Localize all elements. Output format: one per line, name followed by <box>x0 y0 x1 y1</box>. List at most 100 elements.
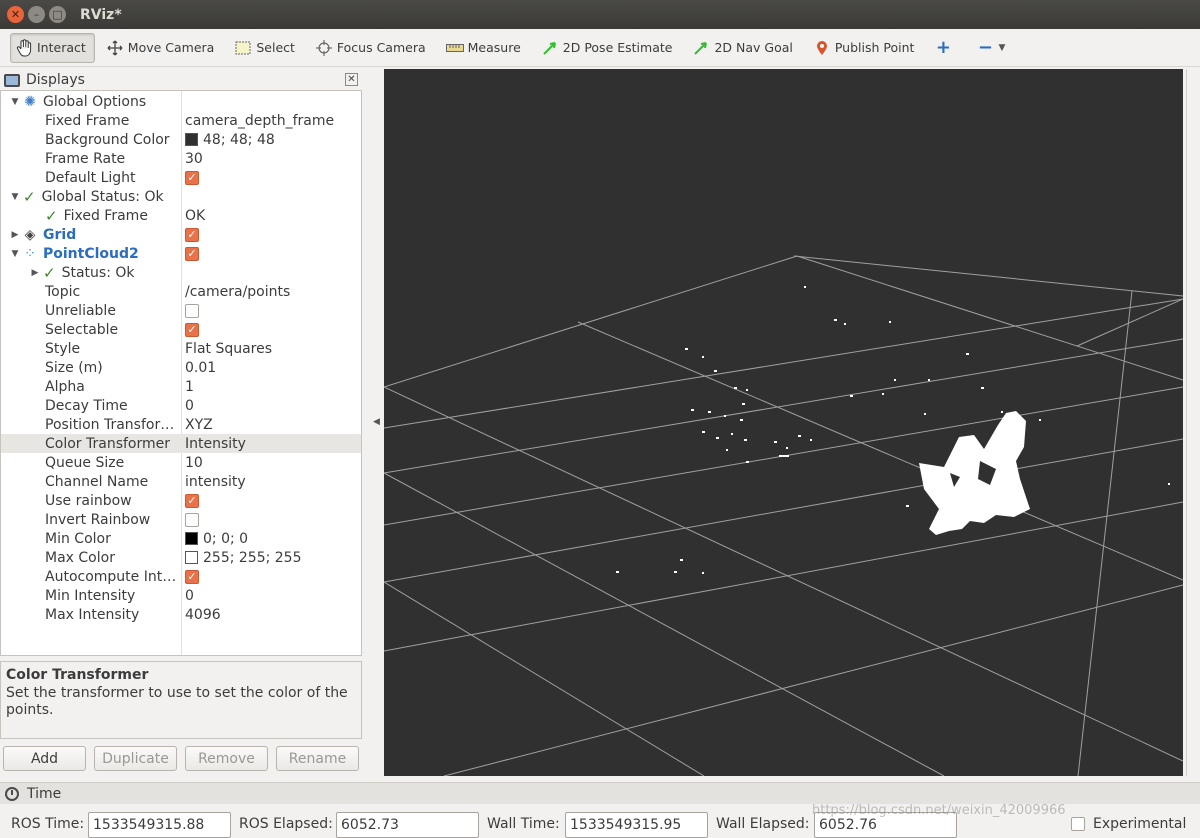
measure-tool-button[interactable]: Measure <box>441 33 530 63</box>
3d-scene <box>383 255 1184 777</box>
tree-row-status-ok[interactable]: ▶ ✓ Status: Ok <box>1 263 361 282</box>
focus-camera-tool-button[interactable]: Focus Camera <box>310 33 435 63</box>
tree-row-min-intensity[interactable]: Min Intensity 0 <box>1 586 361 605</box>
measure-label: Measure <box>467 40 521 55</box>
add-tool-button[interactable]: + <box>929 33 965 63</box>
tree-row-autocompute-intensity[interactable]: Autocompute Int… ✓ <box>1 567 361 586</box>
unreliable-checkbox[interactable] <box>185 303 199 318</box>
expand-arrow-icon[interactable]: ▼ <box>9 192 21 202</box>
maximize-window-button[interactable]: □ <box>49 6 66 23</box>
use-rainbow-checkbox[interactable]: ✓ <box>185 493 199 508</box>
title-bar: ✕ – □ RViz* <box>0 0 1200 29</box>
tree-row-global-status[interactable]: ▼ ✓ Global Status: Ok <box>1 187 361 206</box>
close-panel-button[interactable]: ✕ <box>345 73 358 86</box>
grid-enabled-checkbox[interactable]: ✓ <box>185 227 199 242</box>
minimize-window-button[interactable]: – <box>28 6 45 23</box>
tree-row-color-transformer[interactable]: Color Transformer Intensity <box>1 434 361 453</box>
move-camera-label: Move Camera <box>127 40 215 55</box>
monitor-icon <box>4 73 20 87</box>
chevron-down-icon: ▼ <box>998 42 1006 53</box>
point-cloud-icon: ⁘ <box>24 245 36 262</box>
green-arrow-icon <box>541 39 559 57</box>
tree-row-alpha[interactable]: Alpha 1 <box>1 377 361 396</box>
time-title: Time <box>27 785 62 802</box>
tree-row-topic[interactable]: Topic /camera/points <box>1 282 361 301</box>
tool-bar: Interact Move Camera Select Focus Camera… <box>0 29 1200 67</box>
interact-label: Interact <box>37 40 86 55</box>
move-camera-tool-button[interactable]: Move Camera <box>101 33 224 63</box>
plus-icon: + <box>935 37 951 58</box>
nav-goal-tool-button[interactable]: 2D Nav Goal <box>687 33 801 63</box>
pose-estimate-label: 2D Pose Estimate <box>562 40 673 55</box>
expand-arrow-icon[interactable]: ▼ <box>9 97 21 107</box>
select-label: Select <box>256 40 295 55</box>
tree-row-style[interactable]: Style Flat Squares <box>1 339 361 358</box>
tree-row-background-color[interactable]: Background Color 48; 48; 48 <box>1 130 361 149</box>
wall-time-field[interactable]: 1533549315.95 <box>565 812 708 838</box>
autocompute-intensity-checkbox[interactable]: ✓ <box>185 569 199 584</box>
tree-row-size[interactable]: Size (m) 0.01 <box>1 358 361 377</box>
select-tool-button[interactable]: Select <box>229 33 304 63</box>
ros-elapsed-field[interactable]: 6052.73 <box>336 812 479 838</box>
watermark-text: https://blog.csdn.net/weixin_42009966 <box>812 803 1066 818</box>
color-swatch[interactable] <box>185 551 198 564</box>
tree-row-min-color[interactable]: Min Color 0; 0; 0 <box>1 529 361 548</box>
tree-row-pointcloud2[interactable]: ▼ ⁘ PointCloud2 ✓ <box>1 244 361 263</box>
check-icon: ✓ <box>23 187 36 206</box>
close-window-button[interactable]: ✕ <box>7 6 24 23</box>
tree-row-queue-size[interactable]: Queue Size 10 <box>1 453 361 472</box>
grid-icon: ◈ <box>24 226 36 243</box>
clock-icon <box>5 786 19 801</box>
grid-lines <box>383 255 1184 777</box>
experimental-checkbox[interactable] <box>1071 817 1085 831</box>
tree-row-selectable[interactable]: Selectable ✓ <box>1 320 361 339</box>
move-icon <box>106 39 124 57</box>
tree-row-position-transformer[interactable]: Position Transfor… XYZ <box>1 415 361 434</box>
rename-button[interactable]: Rename <box>276 746 359 771</box>
ros-time-field[interactable]: 1533549315.88 <box>88 812 231 838</box>
tree-row-frame-rate[interactable]: Frame Rate 30 <box>1 149 361 168</box>
publish-point-tool-button[interactable]: Publish Point <box>808 33 924 63</box>
description-text: Set the transformer to use to set the co… <box>6 685 348 718</box>
fixed-frame-value[interactable]: camera_depth_frame <box>185 113 334 129</box>
tree-row-grid[interactable]: ▶ ◈ Grid ✓ <box>1 225 361 244</box>
expand-arrow-icon[interactable]: ▶ <box>9 230 21 240</box>
tree-row-max-color[interactable]: Max Color 255; 255; 255 <box>1 548 361 567</box>
displays-title: Displays <box>26 72 85 88</box>
add-button[interactable]: Add <box>3 746 86 771</box>
check-icon: ✓ <box>43 263 56 282</box>
render-viewport[interactable] <box>383 69 1184 777</box>
color-swatch[interactable] <box>185 133 198 146</box>
tree-row-fixed-frame[interactable]: Fixed Frame camera_depth_frame <box>1 111 361 130</box>
remove-tool-button[interactable]: − ▼ <box>971 33 1014 63</box>
description-title: Color Transformer <box>6 667 149 683</box>
color-swatch[interactable] <box>185 532 198 545</box>
right-panel-splitter[interactable] <box>1186 69 1198 776</box>
crosshair-icon <box>315 39 333 57</box>
map-pin-icon <box>813 39 831 57</box>
collapse-left-arrow-icon[interactable]: ◀ <box>373 417 380 427</box>
green-arrow-icon <box>692 39 710 57</box>
tree-row-max-intensity[interactable]: Max Intensity 4096 <box>1 605 361 624</box>
interact-tool-button[interactable]: Interact <box>10 32 95 63</box>
check-icon: ✓ <box>45 206 58 225</box>
time-panel-header: Time <box>0 782 1200 804</box>
pointcloud2-enabled-checkbox[interactable]: ✓ <box>185 246 199 261</box>
expand-arrow-icon[interactable]: ▼ <box>9 249 21 259</box>
nav-goal-label: 2D Nav Goal <box>714 40 793 55</box>
tree-row-unreliable[interactable]: Unreliable <box>1 301 361 320</box>
invert-rainbow-checkbox[interactable] <box>185 512 199 527</box>
tree-row-global-options[interactable]: ▼ ✺ Global Options <box>1 92 361 111</box>
tree-row-fixed-frame-status[interactable]: ✓ Fixed Frame OK <box>1 206 361 225</box>
duplicate-button[interactable]: Duplicate <box>94 746 177 771</box>
remove-button[interactable]: Remove <box>185 746 268 771</box>
expand-arrow-icon[interactable]: ▶ <box>29 268 41 278</box>
selectable-checkbox[interactable]: ✓ <box>185 322 199 337</box>
tree-row-channel-name[interactable]: Channel Name intensity <box>1 472 361 491</box>
pose-estimate-tool-button[interactable]: 2D Pose Estimate <box>536 33 682 63</box>
tree-row-decay-time[interactable]: Decay Time 0 <box>1 396 361 415</box>
tree-row-use-rainbow[interactable]: Use rainbow ✓ <box>1 491 361 510</box>
tree-row-default-light[interactable]: Default Light ✓ <box>1 168 361 187</box>
default-light-checkbox[interactable]: ✓ <box>185 170 199 185</box>
tree-row-invert-rainbow[interactable]: Invert Rainbow <box>1 510 361 529</box>
